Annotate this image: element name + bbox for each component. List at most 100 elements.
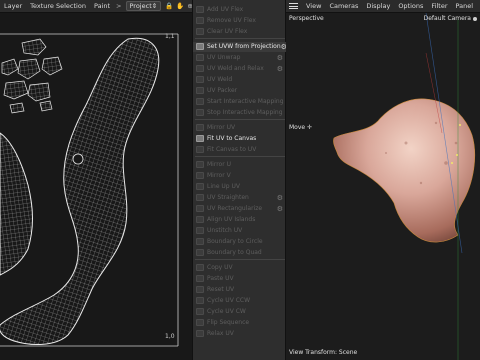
command-icon bbox=[196, 76, 204, 83]
command-label: Relax UV bbox=[207, 330, 234, 337]
gear-icon[interactable]: ⚙ bbox=[277, 54, 283, 62]
command-separator bbox=[195, 259, 285, 260]
command-label: Mirror U bbox=[207, 161, 231, 168]
command-button-22[interactable]: Boundary to Quad bbox=[193, 248, 287, 258]
command-label: Boundary to Circle bbox=[207, 238, 263, 245]
camera-dot-icon bbox=[473, 16, 477, 21]
command-label: Unstitch UV bbox=[207, 227, 243, 234]
viewport-title: Perspective bbox=[289, 15, 324, 22]
command-button-8[interactable]: UV Packer bbox=[193, 86, 287, 96]
lock-icon[interactable]: 🔒 bbox=[165, 2, 173, 10]
command-icon bbox=[196, 124, 204, 131]
command-button-26[interactable]: Cycle UV CCW bbox=[193, 296, 287, 306]
command-button-27[interactable]: Cycle UV CW bbox=[193, 307, 287, 317]
command-button-13[interactable]: Fit Canvas to UV bbox=[193, 145, 287, 155]
command-button-28[interactable]: Flip Sequence bbox=[193, 318, 287, 328]
command-button-14[interactable]: Mirror U bbox=[193, 160, 287, 170]
select-arrows-icon: ⇕ bbox=[151, 2, 158, 10]
menu-texture-selection[interactable]: Texture Selection bbox=[26, 2, 90, 10]
move-cross-icon: ✛ bbox=[307, 124, 313, 131]
menu-layer[interactable]: Layer bbox=[0, 2, 26, 10]
viewport-3d-scene[interactable] bbox=[286, 13, 480, 360]
command-label: Reset UV bbox=[207, 286, 235, 293]
command-icon bbox=[196, 308, 204, 315]
command-icon bbox=[196, 54, 204, 61]
projection-select[interactable]: Project ⇕ bbox=[125, 1, 162, 11]
menu-panel[interactable]: Panel bbox=[452, 2, 478, 10]
gear-icon[interactable]: ⚙ bbox=[277, 194, 283, 202]
command-icon bbox=[196, 227, 204, 234]
command-icon bbox=[196, 264, 204, 271]
menu-paint[interactable]: Paint bbox=[90, 2, 114, 10]
hand-icon[interactable]: ✋ bbox=[176, 2, 184, 10]
command-button-17[interactable]: UV Straighten ⚙ bbox=[193, 193, 287, 203]
command-label: Mirror V bbox=[207, 172, 231, 179]
command-button-29[interactable]: Relax UV bbox=[193, 329, 287, 339]
command-button-1[interactable]: Add UV Flex bbox=[193, 5, 287, 15]
command-button-19[interactable]: Align UV Islands bbox=[193, 215, 287, 225]
menu-cameras[interactable]: Cameras bbox=[325, 2, 362, 10]
uv-corner-top-label: 1,1 bbox=[165, 33, 175, 40]
command-label: Clear UV Flex bbox=[207, 28, 248, 35]
command-label: Copy UV bbox=[207, 264, 233, 271]
command-button-3[interactable]: Clear UV Flex bbox=[193, 27, 287, 37]
command-button-16[interactable]: Line Up UV bbox=[193, 182, 287, 192]
command-icon bbox=[196, 28, 204, 35]
command-button-7[interactable]: UV Weld bbox=[193, 75, 287, 85]
command-label: Fit UV to Canvas bbox=[207, 135, 257, 142]
gear-icon[interactable]: ⚙ bbox=[277, 65, 283, 73]
viewport-panel: View Cameras Display Options Filter Pane… bbox=[286, 0, 480, 360]
menu-display[interactable]: Display bbox=[362, 2, 394, 10]
command-label: Mirror UV bbox=[207, 124, 236, 131]
command-button-15[interactable]: Mirror V bbox=[193, 171, 287, 181]
command-icon bbox=[196, 275, 204, 282]
command-button-9[interactable]: Start Interactive Mapping bbox=[193, 97, 287, 107]
command-button-4[interactable]: Set UVW from Projection ⚙ bbox=[193, 41, 287, 52]
command-icon bbox=[196, 172, 204, 179]
command-icon bbox=[196, 17, 204, 24]
camera-selector[interactable]: Default Camera bbox=[424, 15, 477, 22]
command-button-11[interactable]: Mirror UV bbox=[193, 123, 287, 133]
command-button-2[interactable]: Remove UV Flex bbox=[193, 16, 287, 26]
menu-overflow-chevron[interactable]: > bbox=[114, 2, 123, 10]
command-label: UV Rectangularize bbox=[207, 205, 263, 212]
command-icon bbox=[196, 249, 204, 256]
projection-select-value: Project bbox=[129, 2, 152, 10]
command-label: UV Weld bbox=[207, 76, 233, 83]
command-icon bbox=[196, 297, 204, 304]
command-icon bbox=[196, 98, 204, 105]
command-label: Remove UV Flex bbox=[207, 17, 256, 24]
menu-options[interactable]: Options bbox=[394, 2, 427, 10]
command-label: UV Straighten bbox=[207, 194, 249, 201]
command-button-23[interactable]: Copy UV bbox=[193, 263, 287, 273]
command-icon bbox=[196, 183, 204, 190]
command-button-21[interactable]: Boundary to Circle bbox=[193, 237, 287, 247]
command-icon bbox=[196, 65, 204, 72]
camera-label: Default Camera bbox=[423, 15, 471, 22]
command-button-6[interactable]: UV Weld and Relax ⚙ bbox=[193, 64, 287, 74]
gear-icon[interactable]: ⚙ bbox=[277, 205, 283, 213]
command-icon bbox=[196, 109, 204, 116]
hamburger-menu-icon[interactable] bbox=[289, 3, 298, 9]
uvw-mapped-object bbox=[333, 98, 476, 243]
command-button-20[interactable]: Unstitch UV bbox=[193, 226, 287, 236]
command-separator bbox=[195, 156, 285, 157]
command-icon bbox=[196, 43, 204, 50]
menu-filter[interactable]: Filter bbox=[427, 2, 451, 10]
command-label: Cycle UV CW bbox=[207, 308, 246, 315]
menu-view[interactable]: View bbox=[302, 2, 325, 10]
command-label: Set UVW from Projection bbox=[207, 43, 281, 50]
command-button-18[interactable]: UV Rectangularize ⚙ bbox=[193, 204, 287, 214]
command-button-25[interactable]: Reset UV bbox=[193, 285, 287, 295]
command-icon bbox=[196, 205, 204, 212]
command-icon bbox=[196, 161, 204, 168]
command-button-10[interactable]: Stop Interactive Mapping bbox=[193, 108, 287, 118]
uv-canvas[interactable] bbox=[0, 13, 192, 360]
command-separator bbox=[195, 119, 285, 120]
command-label: Fit Canvas to UV bbox=[207, 146, 257, 153]
command-button-24[interactable]: Paste UV bbox=[193, 274, 287, 284]
command-button-12[interactable]: Fit UV to Canvas bbox=[193, 134, 287, 144]
command-icon bbox=[196, 194, 204, 201]
command-button-5[interactable]: UV Unwrap ⚙ bbox=[193, 53, 287, 63]
command-label: Line Up UV bbox=[207, 183, 241, 190]
